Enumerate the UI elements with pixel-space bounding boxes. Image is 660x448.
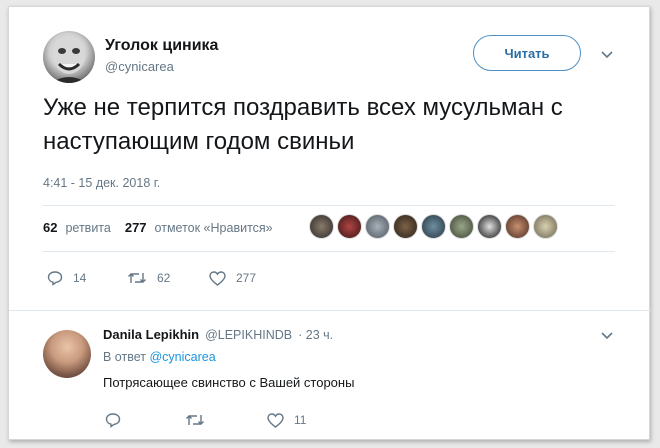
- tweet-actions: 14 62 277: [47, 270, 289, 286]
- tweet-menu-button[interactable]: [601, 51, 613, 59]
- reply-count: 14: [73, 271, 87, 285]
- reply-timestamp[interactable]: · 23 ч.: [298, 328, 333, 342]
- divider: [9, 310, 651, 311]
- tweet-stats: 62 ретвита 277 отметок «Нравится»: [43, 220, 273, 235]
- tweet-text: Уже не терпится поздравить всех мусульма…: [43, 94, 563, 155]
- reply-author-handle[interactable]: @LEPIKHINDB: [205, 328, 292, 342]
- reply-icon: [105, 413, 121, 428]
- reply-action[interactable]: 14: [47, 270, 127, 286]
- in-reply-to-prefix: В ответ: [103, 350, 146, 364]
- author-handle[interactable]: @cynicarea: [105, 59, 174, 74]
- reply-icon: [47, 271, 63, 286]
- like-action[interactable]: 277: [209, 270, 289, 286]
- reply-like-count: 11: [294, 413, 307, 427]
- author-name[interactable]: Уголок циника: [105, 37, 218, 55]
- liker-avatar[interactable]: [393, 214, 418, 239]
- reply-reply-action[interactable]: [105, 412, 185, 428]
- divider: [43, 251, 615, 252]
- reply-menu-button[interactable]: [601, 332, 613, 340]
- liker-avatar[interactable]: [421, 214, 446, 239]
- divider: [43, 205, 615, 206]
- in-reply-to: В ответ @cynicarea: [103, 350, 216, 364]
- liker-avatar[interactable]: [337, 214, 362, 239]
- like-count: 277: [236, 271, 257, 285]
- tweet-timestamp[interactable]: 4:41 - 15 дек. 2018 г.: [43, 176, 160, 190]
- tweet-card: Уголок циника @cynicarea Читать Уже не т…: [8, 6, 651, 440]
- heart-icon: [267, 412, 284, 428]
- liker-avatar[interactable]: [533, 214, 558, 239]
- reply-like-action[interactable]: 11: [267, 412, 347, 428]
- reply-retweet-action[interactable]: [185, 413, 267, 427]
- retweet-action[interactable]: 62: [127, 271, 209, 285]
- follow-button[interactable]: Читать: [473, 35, 581, 71]
- reply-header: Danila Lepikhin @LEPIKHINDB · 23 ч.: [103, 327, 333, 342]
- liker-avatar[interactable]: [365, 214, 390, 239]
- in-reply-to-handle[interactable]: @cynicarea: [149, 350, 215, 364]
- author-avatar[interactable]: [43, 31, 95, 83]
- liker-avatar[interactable]: [505, 214, 530, 239]
- chevron-down-icon: [601, 51, 613, 59]
- heart-icon: [209, 270, 226, 286]
- reply-text: Потрясающее свинство с Вашей стороны: [103, 375, 355, 390]
- liker-avatars: [309, 214, 558, 239]
- retweet-icon: [186, 415, 204, 425]
- retweet-count: 62: [157, 271, 171, 285]
- liker-avatar[interactable]: [477, 214, 502, 239]
- reply-author-avatar[interactable]: [43, 330, 91, 378]
- retweets-label[interactable]: ретвита: [65, 221, 110, 235]
- retweet-icon: [128, 273, 146, 283]
- reply-author-name[interactable]: Danila Lepikhin: [103, 327, 199, 342]
- liker-avatar[interactable]: [449, 214, 474, 239]
- reply-actions: 11: [105, 412, 347, 428]
- chevron-down-icon: [601, 332, 613, 340]
- liker-avatar[interactable]: [309, 214, 334, 239]
- likes-label[interactable]: отметок «Нравится»: [155, 221, 273, 235]
- likes-count[interactable]: 277: [125, 220, 147, 235]
- retweets-count[interactable]: 62: [43, 220, 57, 235]
